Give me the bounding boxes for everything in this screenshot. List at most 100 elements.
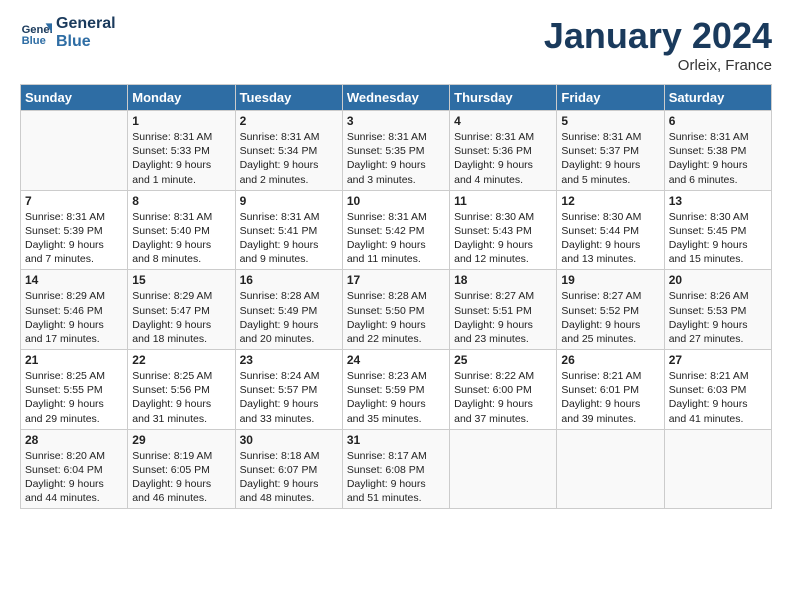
calendar-cell: 5Sunrise: 8:31 AMSunset: 5:37 PMDaylight… [557, 111, 664, 191]
day-number: 27 [669, 353, 767, 367]
cell-content: Sunrise: 8:29 AMSunset: 5:46 PMDaylight:… [25, 289, 123, 346]
day-number: 2 [240, 114, 338, 128]
cell-content: Sunrise: 8:31 AMSunset: 5:42 PMDaylight:… [347, 210, 445, 267]
week-row-4: 21Sunrise: 8:25 AMSunset: 5:55 PMDayligh… [21, 350, 772, 430]
calendar-cell: 2 Sunrise: 8:31 AMSunset: 5:34 PMDaylight… [235, 111, 342, 191]
calendar-cell: 23 Sunrise: 8:24 AMSunset: 5:57 PMDayligh… [235, 350, 342, 430]
day-number: 7 [25, 194, 123, 208]
cell-content: Sunrise: 8:31 AMSunset: 5:35 PMDaylight:… [347, 130, 445, 187]
calendar-cell [21, 111, 128, 191]
cell-content: Sunrise: 8:31 AMSunset: 5:39 PMDaylight:… [25, 210, 123, 267]
day-number: 3 [347, 114, 445, 128]
page-container: General Blue General Blue January 2024 O… [0, 0, 792, 519]
calendar-cell: 29 Sunrise: 8:19 AMSunset: 6:05 PMDayligh… [128, 429, 235, 509]
cell-content: Sunrise: 8:31 AMSunset: 5:40 PMDaylight:… [132, 210, 230, 267]
calendar-cell: 20 Sunrise: 8:26 AMSunset: 5:53 PMDayligh… [664, 270, 771, 350]
calendar-cell [557, 429, 664, 509]
day-number: 24 [347, 353, 445, 367]
calendar-cell: 26 Sunrise: 8:21 AMSunset: 6:01 PMDayligh… [557, 350, 664, 430]
calendar-cell: 13 Sunrise: 8:30 AMSunset: 5:45 PMDayligh… [664, 190, 771, 270]
calendar-cell: 9 Sunrise: 8:31 AMSunset: 5:41 PMDaylight… [235, 190, 342, 270]
day-number: 30 [240, 433, 338, 447]
calendar-cell: 3 Sunrise: 8:31 AMSunset: 5:35 PMDaylight… [342, 111, 449, 191]
calendar-cell: 21Sunrise: 8:25 AMSunset: 5:55 PMDayligh… [21, 350, 128, 430]
day-number: 23 [240, 353, 338, 367]
calendar-cell: 7 Sunrise: 8:31 AMSunset: 5:39 PMDaylight… [21, 190, 128, 270]
day-number: 4 [454, 114, 552, 128]
week-row-5: 28Sunrise: 8:20 AMSunset: 6:04 PMDayligh… [21, 429, 772, 509]
week-row-3: 14 Sunrise: 8:29 AMSunset: 5:46 PMDayligh… [21, 270, 772, 350]
calendar-cell: 24 Sunrise: 8:23 AMSunset: 5:59 PMDayligh… [342, 350, 449, 430]
title-block: January 2024 Orleix, France [544, 15, 772, 74]
column-header-monday: Monday [128, 85, 235, 111]
logo-general: General [56, 15, 116, 33]
day-number: 21 [25, 353, 123, 367]
cell-content: Sunrise: 8:31 AMSunset: 5:38 PMDaylight:… [669, 130, 767, 187]
calendar-cell: 10 Sunrise: 8:31 AMSunset: 5:42 PMDayligh… [342, 190, 449, 270]
day-number: 13 [669, 194, 767, 208]
day-number: 25 [454, 353, 552, 367]
cell-content: Sunrise: 8:18 AMSunset: 6:07 PMDaylight:… [240, 449, 338, 506]
calendar-cell: 4 Sunrise: 8:31 AMSunset: 5:36 PMDaylight… [450, 111, 557, 191]
calendar-cell: 27Sunrise: 8:21 AMSunset: 6:03 PMDayligh… [664, 350, 771, 430]
day-number: 26 [561, 353, 659, 367]
cell-content: Sunrise: 8:26 AMSunset: 5:53 PMDaylight:… [669, 289, 767, 346]
cell-content: Sunrise: 8:30 AMSunset: 5:44 PMDaylight:… [561, 210, 659, 267]
calendar-cell: 8Sunrise: 8:31 AMSunset: 5:40 PMDaylight… [128, 190, 235, 270]
calendar-cell: 18 Sunrise: 8:27 AMSunset: 5:51 PMDayligh… [450, 270, 557, 350]
calendar-cell: 1Sunrise: 8:31 AMSunset: 5:33 PMDaylight… [128, 111, 235, 191]
day-number: 16 [240, 273, 338, 287]
cell-content: Sunrise: 8:27 AMSunset: 5:51 PMDaylight:… [454, 289, 552, 346]
cell-content: Sunrise: 8:27 AMSunset: 5:52 PMDaylight:… [561, 289, 659, 346]
cell-content: Sunrise: 8:28 AMSunset: 5:49 PMDaylight:… [240, 289, 338, 346]
day-number: 18 [454, 273, 552, 287]
column-header-tuesday: Tuesday [235, 85, 342, 111]
day-number: 20 [669, 273, 767, 287]
day-number: 6 [669, 114, 767, 128]
column-header-friday: Friday [557, 85, 664, 111]
week-row-1: 1Sunrise: 8:31 AMSunset: 5:33 PMDaylight… [21, 111, 772, 191]
calendar-table: SundayMondayTuesdayWednesdayThursdayFrid… [20, 84, 772, 509]
logo-icon: General Blue [20, 17, 52, 49]
column-header-sunday: Sunday [21, 85, 128, 111]
cell-content: Sunrise: 8:23 AMSunset: 5:59 PMDaylight:… [347, 369, 445, 426]
day-number: 22 [132, 353, 230, 367]
calendar-cell: 6 Sunrise: 8:31 AMSunset: 5:38 PMDaylight… [664, 111, 771, 191]
calendar-cell: 15Sunrise: 8:29 AMSunset: 5:47 PMDayligh… [128, 270, 235, 350]
cell-content: Sunrise: 8:31 AMSunset: 5:36 PMDaylight:… [454, 130, 552, 187]
day-number: 29 [132, 433, 230, 447]
cell-content: Sunrise: 8:31 AMSunset: 5:34 PMDaylight:… [240, 130, 338, 187]
day-number: 12 [561, 194, 659, 208]
svg-text:Blue: Blue [22, 35, 46, 47]
calendar-cell: 12 Sunrise: 8:30 AMSunset: 5:44 PMDayligh… [557, 190, 664, 270]
column-header-wednesday: Wednesday [342, 85, 449, 111]
day-number: 19 [561, 273, 659, 287]
calendar-cell: 31 Sunrise: 8:17 AMSunset: 6:08 PMDayligh… [342, 429, 449, 509]
day-number: 9 [240, 194, 338, 208]
day-number: 31 [347, 433, 445, 447]
day-number: 17 [347, 273, 445, 287]
cell-content: Sunrise: 8:17 AMSunset: 6:08 PMDaylight:… [347, 449, 445, 506]
cell-content: Sunrise: 8:31 AMSunset: 5:41 PMDaylight:… [240, 210, 338, 267]
calendar-cell: 14 Sunrise: 8:29 AMSunset: 5:46 PMDayligh… [21, 270, 128, 350]
cell-content: Sunrise: 8:19 AMSunset: 6:05 PMDaylight:… [132, 449, 230, 506]
day-number: 28 [25, 433, 123, 447]
header: General Blue General Blue January 2024 O… [20, 15, 772, 74]
column-header-thursday: Thursday [450, 85, 557, 111]
day-number: 11 [454, 194, 552, 208]
calendar-cell: 16 Sunrise: 8:28 AMSunset: 5:49 PMDayligh… [235, 270, 342, 350]
day-number: 10 [347, 194, 445, 208]
calendar-cell: 19 Sunrise: 8:27 AMSunset: 5:52 PMDayligh… [557, 270, 664, 350]
cell-content: Sunrise: 8:24 AMSunset: 5:57 PMDaylight:… [240, 369, 338, 426]
location: Orleix, France [544, 57, 772, 74]
cell-content: Sunrise: 8:25 AMSunset: 5:56 PMDaylight:… [132, 369, 230, 426]
cell-content: Sunrise: 8:29 AMSunset: 5:47 PMDaylight:… [132, 289, 230, 346]
day-number: 14 [25, 273, 123, 287]
calendar-cell: 28Sunrise: 8:20 AMSunset: 6:04 PMDayligh… [21, 429, 128, 509]
logo-blue: Blue [56, 33, 116, 51]
cell-content: Sunrise: 8:31 AMSunset: 5:37 PMDaylight:… [561, 130, 659, 187]
cell-content: Sunrise: 8:30 AMSunset: 5:45 PMDaylight:… [669, 210, 767, 267]
week-row-2: 7 Sunrise: 8:31 AMSunset: 5:39 PMDaylight… [21, 190, 772, 270]
cell-content: Sunrise: 8:21 AMSunset: 6:01 PMDaylight:… [561, 369, 659, 426]
calendar-cell [664, 429, 771, 509]
